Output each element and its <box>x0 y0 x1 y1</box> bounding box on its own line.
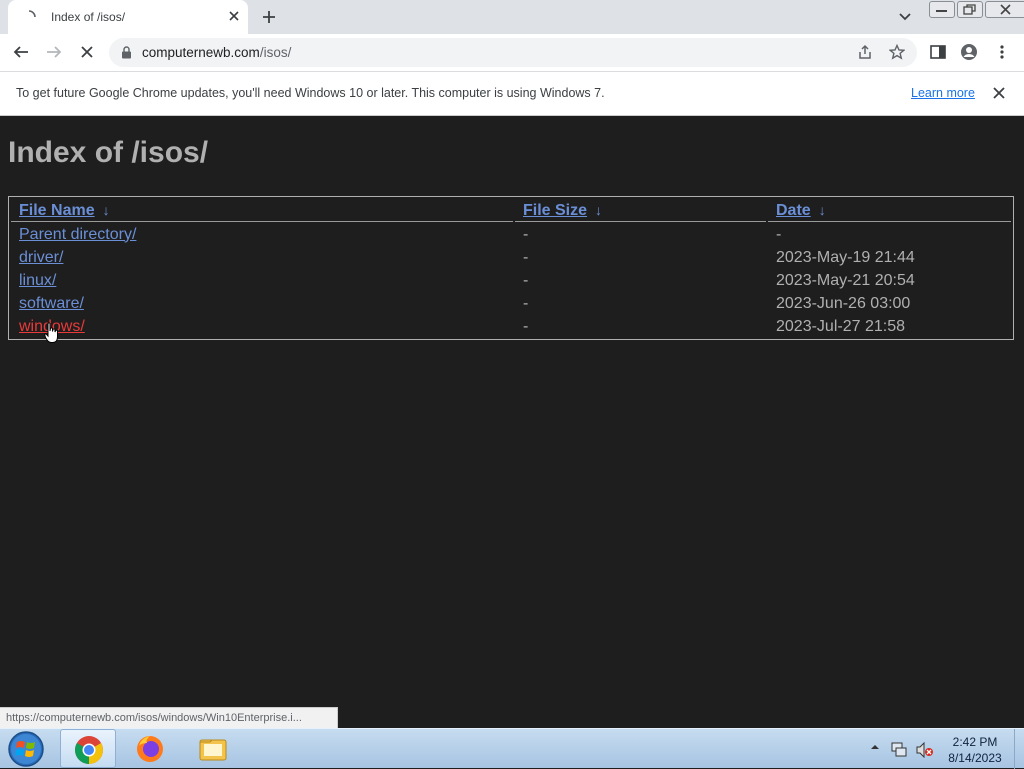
tab-close-icon[interactable] <box>226 8 242 24</box>
back-icon[interactable] <box>12 43 30 61</box>
file-explorer-icon <box>199 739 227 761</box>
firefox-icon <box>137 736 163 762</box>
taskbar-clock[interactable]: 2:42 PM 8/14/2023 <box>940 734 1010 766</box>
address-bar[interactable]: computernewb.com/isos/ <box>109 38 917 67</box>
volume-muted-icon[interactable] <box>916 742 934 758</box>
infobar-message: To get future Google Chrome updates, you… <box>16 86 605 100</box>
tab-search-chevron-icon[interactable] <box>898 11 912 23</box>
minimize-button[interactable] <box>929 1 955 18</box>
url-domain: computernewb.com <box>142 45 260 60</box>
file-date-cell: - <box>776 225 782 243</box>
hand-cursor-icon <box>44 322 58 343</box>
learn-more-link[interactable]: Learn more <box>911 86 975 100</box>
bookmark-star-icon[interactable] <box>889 44 905 60</box>
table-row: Parent directory/ - - <box>11 224 1011 245</box>
lock-icon[interactable] <box>121 46 132 59</box>
sort-file-name-link[interactable]: File Name <box>19 202 95 219</box>
header-file-name: File Name ↓ <box>11 199 513 222</box>
file-link-linux[interactable]: linux/ <box>19 272 56 289</box>
file-link-driver[interactable]: driver/ <box>19 249 63 266</box>
taskbar-chrome[interactable] <box>60 729 116 768</box>
file-link-parent-directory[interactable]: Parent directory/ <box>19 226 136 243</box>
file-size-cell: - <box>523 271 529 289</box>
header-date: Date ↓ <box>768 199 1011 222</box>
header-file-size: File Size ↓ <box>515 199 766 222</box>
sort-arrow-icon[interactable]: ↓ <box>819 202 826 218</box>
file-date-cell: 2023-May-19 21:44 <box>776 248 915 266</box>
table-row: linux/ - 2023-May-21 20:54 <box>11 270 1011 291</box>
sort-arrow-icon[interactable]: ↓ <box>595 202 602 218</box>
tab-strip: Index of /isos/ <box>0 0 1024 34</box>
table-row: windows/ - 2023-Jul-27 21:58 <box>11 316 1011 337</box>
file-size-cell: - <box>523 248 529 266</box>
file-date-cell: 2023-Jun-26 03:00 <box>776 294 911 312</box>
infobar-close-icon[interactable] <box>992 86 1006 100</box>
file-size-cell: - <box>523 294 529 312</box>
file-date-cell: 2023-Jul-27 21:58 <box>776 317 905 335</box>
sort-arrow-icon[interactable]: ↓ <box>103 202 110 218</box>
taskbar-firefox[interactable] <box>122 729 178 768</box>
menu-kebab-icon[interactable] <box>993 43 1011 61</box>
windows-taskbar: 2:42 PM 8/14/2023 <box>0 728 1024 769</box>
file-listing-table: File Name ↓ File Size ↓ Date ↓ Parent direc… <box>8 196 1014 340</box>
file-size-cell: - <box>523 317 529 335</box>
tab-active[interactable]: Index of /isos/ <box>8 0 248 34</box>
update-infobar: To get future Google Chrome updates, you… <box>0 72 1024 116</box>
new-tab-icon[interactable] <box>261 9 277 25</box>
table-header-row: File Name ↓ File Size ↓ Date ↓ <box>11 199 1011 222</box>
tab-title: Index of /isos/ <box>51 10 126 24</box>
table-row: driver/ - 2023-May-19 21:44 <box>11 247 1011 268</box>
page-content: Index of /isos/ File Name ↓ File Size ↓ Da… <box>0 116 1024 728</box>
browser-toolbar: computernewb.com/isos/ <box>0 34 1024 72</box>
start-button-icon[interactable] <box>6 730 46 768</box>
url-text: computernewb.com/isos/ <box>142 45 291 60</box>
stop-icon[interactable] <box>78 43 96 61</box>
link-status-bubble: https://computernewb.com/isos/windows/Wi… <box>0 707 338 728</box>
page-heading: Index of /isos/ <box>8 136 209 169</box>
file-link-software[interactable]: software/ <box>19 295 84 312</box>
side-panel-icon[interactable] <box>929 43 947 61</box>
restore-button[interactable] <box>957 1 983 18</box>
file-size-cell: - <box>523 225 529 243</box>
clock-time: 2:42 PM <box>952 735 998 749</box>
window-controls <box>927 1 1024 18</box>
show-desktop-button[interactable] <box>1014 729 1024 769</box>
chrome-icon <box>75 736 103 764</box>
file-date-cell: 2023-May-21 20:54 <box>776 271 915 289</box>
profile-icon[interactable] <box>960 43 978 61</box>
forward-icon[interactable] <box>45 43 63 61</box>
window-close-button[interactable] <box>985 1 1024 18</box>
url-path: /isos/ <box>259 45 292 60</box>
sort-file-size-link[interactable]: File Size <box>523 202 587 219</box>
show-hidden-icons-icon[interactable] <box>870 742 880 752</box>
sort-date-link[interactable]: Date <box>776 202 811 219</box>
table-row: software/ - 2023-Jun-26 03:00 <box>11 293 1011 314</box>
loading-icon <box>28 10 36 18</box>
taskbar-file-explorer[interactable] <box>185 729 241 768</box>
clock-date: 8/14/2023 <box>948 751 1002 765</box>
share-icon[interactable] <box>857 44 873 60</box>
network-icon[interactable] <box>890 742 908 758</box>
